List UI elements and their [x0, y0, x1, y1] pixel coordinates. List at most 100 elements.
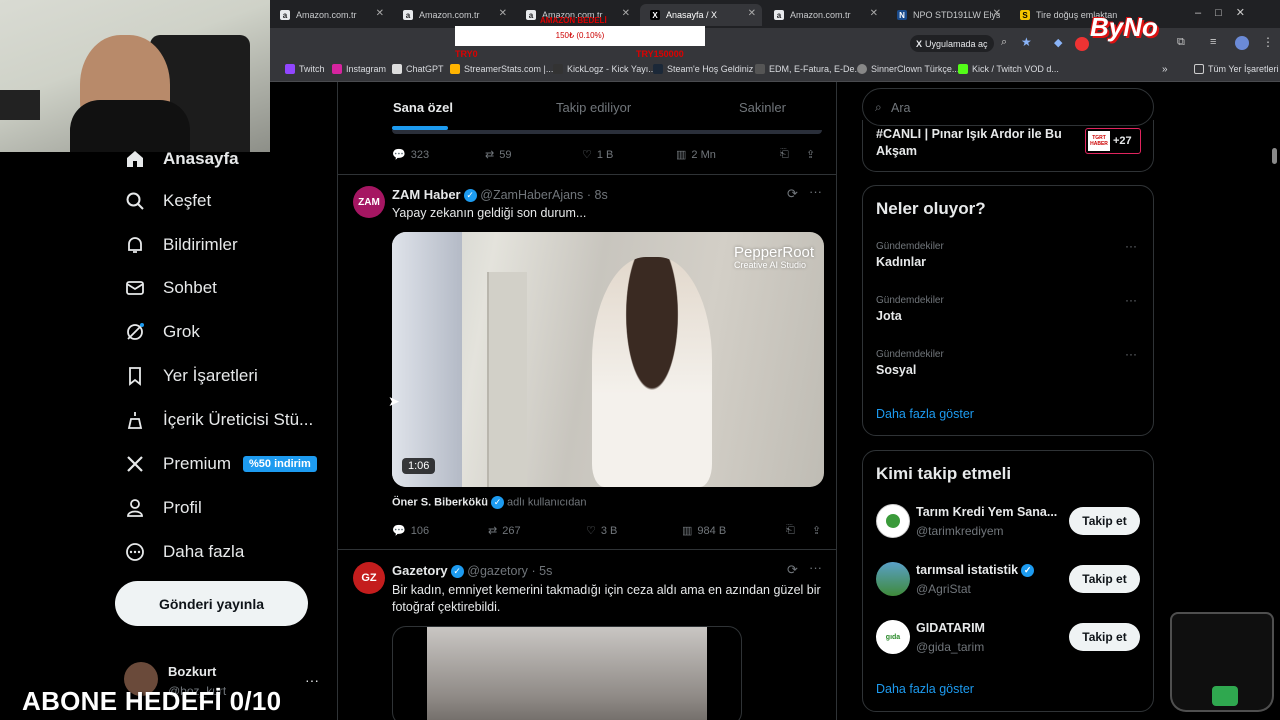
zoom-icon[interactable]: ⌕ [1001, 36, 1007, 49]
bookmark-item[interactable]: Kick / Twitch VOD d... [958, 64, 1059, 74]
avatar[interactable] [876, 562, 910, 596]
bookmark-icon[interactable]: ⎗ [786, 524, 812, 537]
views-button[interactable]: ▥ 2 Mn [676, 148, 780, 162]
bookmark-icon[interactable]: ⎗ [780, 148, 806, 161]
show-more-follow-link[interactable]: Daha fazla göster [876, 682, 974, 696]
suggestion-name[interactable]: GIDATARIM [916, 621, 985, 635]
author-name[interactable]: Gazetory [392, 563, 448, 578]
close-icon[interactable]: ✕ [376, 8, 384, 19]
attribution-name[interactable]: Öner S. Biberkökü [392, 496, 488, 508]
suggestion-name[interactable]: Tarım Kredi Yem Sana... [916, 505, 1061, 519]
like-button[interactable]: ♡ 3 B [586, 524, 682, 538]
nav-label: Profil [163, 498, 202, 517]
grok-explain-icon[interactable]: ⟳ [787, 562, 798, 578]
trend-more-icon[interactable]: ··· [1125, 293, 1137, 307]
browser-tab-active[interactable]: X Anasayfa / X ✕ [640, 4, 762, 26]
more-options-icon[interactable]: ··· [809, 560, 822, 575]
window-controls[interactable]: –□✕ [1195, 6, 1259, 19]
bookmark-item[interactable]: StreamerStats.com |... [450, 64, 553, 74]
post-time[interactable]: · 8s [587, 188, 608, 202]
suggestion-name-row[interactable]: tarımsal istatistik ✓ [916, 563, 1035, 578]
browser-tab[interactable]: a Amazon.com.tr ✕ [764, 4, 884, 26]
tab-for-you[interactable]: Sana özel [393, 100, 453, 115]
avatar[interactable]: gıda [876, 620, 910, 654]
post-image[interactable] [392, 626, 742, 720]
tab-residents[interactable]: Sakinler [739, 100, 786, 115]
account-menu-icon[interactable]: ··· [305, 672, 319, 688]
extensions-puzzle-icon[interactable]: ⧉ [1177, 36, 1185, 49]
view-count: 984 B [697, 524, 727, 537]
follow-button[interactable]: Takip et [1069, 507, 1140, 535]
tab-following[interactable]: Takip ediliyor [556, 100, 631, 115]
browser-tab[interactable]: a Amazon.com.tr ✕ [393, 4, 513, 26]
share-icon[interactable]: ⇪ [806, 148, 815, 161]
previous-media [392, 130, 822, 134]
trend-item[interactable]: Gündemdekiler Jota [876, 295, 944, 323]
share-icon[interactable]: ⇪ [812, 524, 821, 537]
nav-explore[interactable]: Keşfet [124, 187, 211, 215]
nav-more[interactable]: Daha fazla [124, 538, 244, 566]
close-icon[interactable]: ✕ [870, 8, 878, 19]
trend-item[interactable]: Gündemdekiler Sosyal [876, 349, 944, 377]
author-name[interactable]: ZAM Haber [392, 187, 461, 202]
nav-premium[interactable]: Premium %50 indirim [124, 450, 317, 478]
nav-grok[interactable]: Grok [124, 318, 200, 346]
bookmark-item[interactable]: SinnerClown Türkçe... [857, 64, 959, 74]
live-card[interactable]: #CANLI | Pınar Işık Ardor ile Bu Akşam T… [862, 120, 1154, 172]
more-bookmarks-icon[interactable]: » [1162, 64, 1168, 75]
trend-item[interactable]: Gündemdekiler Kadınlar [876, 241, 944, 269]
like-button[interactable]: ♡ 1 B [582, 148, 676, 162]
nav-profile[interactable]: Profil [124, 494, 202, 522]
reply-button[interactable]: 💬 106 [392, 524, 488, 538]
nav-messages[interactable]: Sohbet [124, 274, 217, 302]
avatar[interactable] [876, 504, 910, 538]
trend-more-icon[interactable]: ··· [1125, 347, 1137, 361]
bookmark-item[interactable]: Instagram [332, 64, 386, 74]
trend-more-icon[interactable]: ··· [1125, 239, 1137, 253]
bookmark-item[interactable]: KickLogz - Kick Yayı... [553, 64, 656, 74]
close-icon[interactable]: ✕ [622, 8, 630, 19]
npo-favicon-icon: N [897, 10, 907, 20]
nav-home[interactable]: Anasayfa [124, 145, 239, 173]
more-options-icon[interactable]: ··· [809, 184, 822, 199]
follow-button[interactable]: Takip et [1069, 623, 1140, 651]
close-icon[interactable]: ✕ [499, 8, 507, 19]
bookmark-item[interactable]: Twitch [285, 64, 325, 74]
close-icon[interactable]: ✕ [748, 8, 756, 19]
grok-explain-icon[interactable]: ⟳ [787, 186, 798, 202]
profile-avatar[interactable] [1235, 36, 1249, 50]
close-icon[interactable]: ✕ [993, 8, 1001, 19]
all-bookmarks[interactable]: Tüm Yer İşaretleri [1194, 64, 1279, 74]
menu-dots-icon[interactable]: ⋮ [1262, 35, 1274, 49]
repost-button[interactable]: ⇄ 267 [488, 524, 586, 538]
views-button[interactable]: ▥ 984 B [682, 524, 786, 538]
browser-tab[interactable]: N NPO STD191LW Elys ✕ [887, 4, 1007, 26]
verified-icon: ✓ [450, 565, 464, 579]
author-handle[interactable]: @gazetory [467, 564, 528, 578]
nav-creator-studio[interactable]: İçerik Üreticisi Stü... [124, 406, 313, 434]
bookmark-item[interactable]: ChatGPT [392, 64, 444, 74]
repost-button[interactable]: ⇄ 59 [485, 148, 582, 162]
star-icon[interactable]: ★ [1021, 35, 1032, 49]
post-video[interactable]: PepperRoot Creative AI Studio 1:06 [392, 232, 824, 487]
browser-tab[interactable]: a Amazon.com.tr ✕ [270, 4, 390, 26]
extension-icon[interactable] [1075, 37, 1089, 51]
nav-bookmarks[interactable]: Yer İşaretleri [124, 362, 258, 390]
open-in-app-button[interactable]: X Uygulamada aç [910, 35, 994, 52]
post-button[interactable]: Gönderi yayınla [115, 581, 308, 626]
follow-button[interactable]: Takip et [1069, 565, 1140, 593]
avatar[interactable]: GZ [353, 562, 385, 594]
bookmark-item[interactable]: Steam'e Hoş Geldiniz [653, 64, 753, 74]
avatar[interactable]: ZAM [353, 186, 385, 218]
extension-icon[interactable]: ◆ [1054, 36, 1062, 49]
post-time[interactable]: · 5s [532, 564, 553, 578]
author-handle[interactable]: @ZamHaberAjans [480, 188, 583, 202]
bookmark-item[interactable]: EDM, E-Fatura, E-De... [755, 64, 862, 74]
nav-notifications[interactable]: Bildirimler [124, 231, 238, 259]
reply-button[interactable]: 💬 323 [392, 148, 485, 162]
page-scrollbar[interactable] [1272, 148, 1277, 164]
show-more-trends-link[interactable]: Daha fazla göster [876, 407, 974, 421]
account-name[interactable]: Bozkurt [168, 664, 216, 679]
trend-name: Jota [876, 309, 902, 323]
media-icon[interactable]: ≡ [1210, 36, 1216, 48]
